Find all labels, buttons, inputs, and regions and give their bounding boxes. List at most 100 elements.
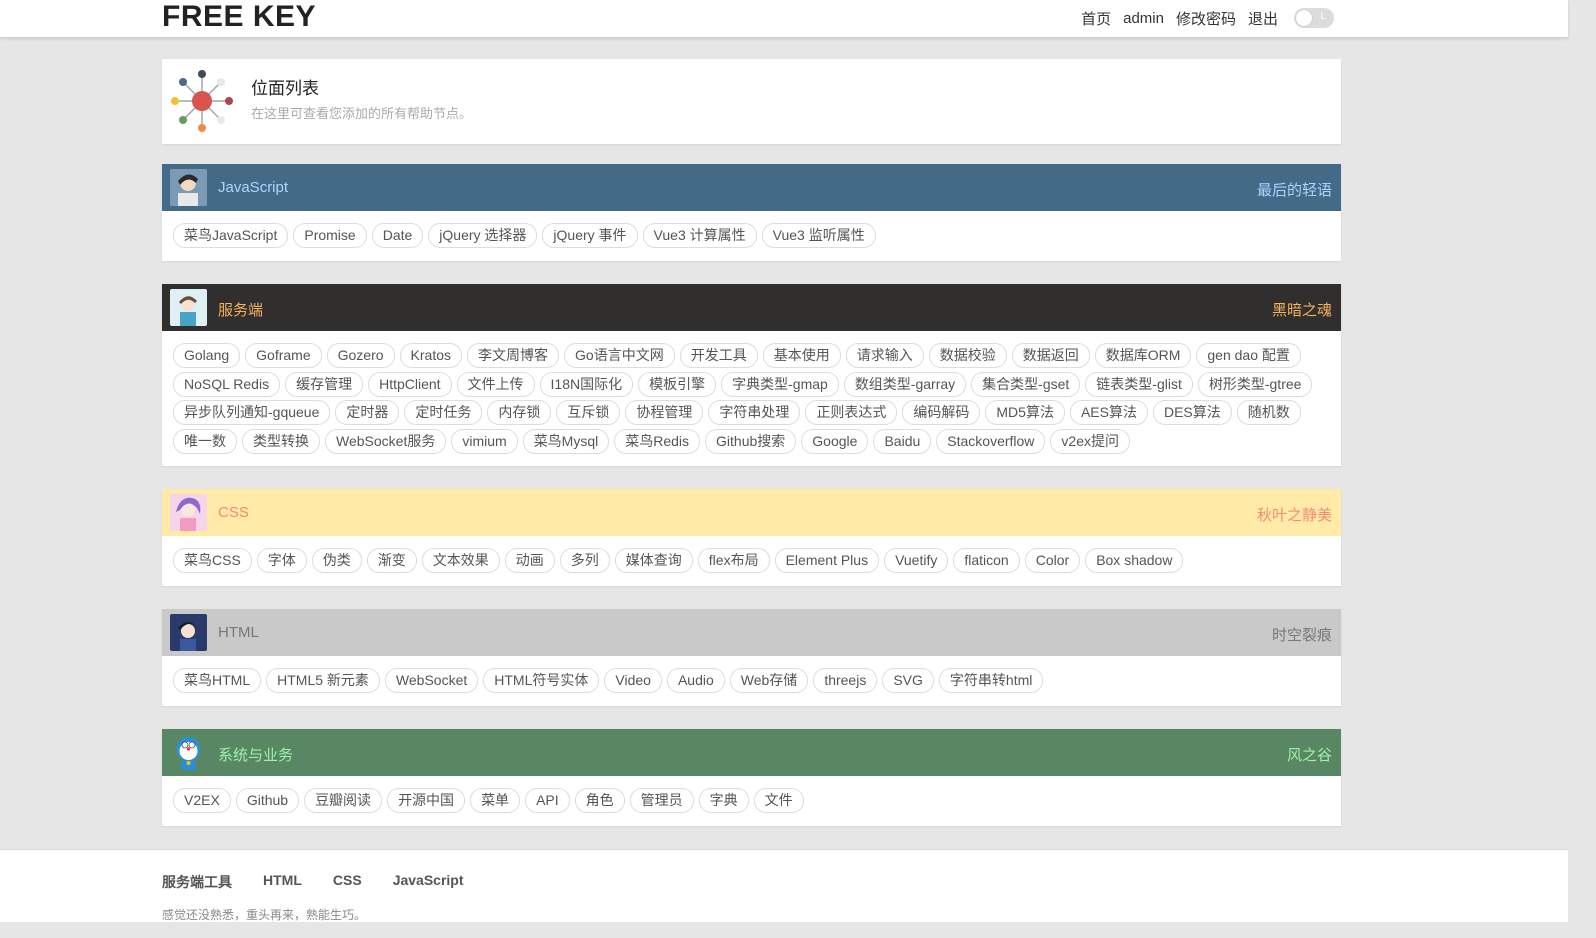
tag-link[interactable]: V2EX <box>173 788 231 813</box>
tag-link[interactable]: 文件 <box>753 788 804 813</box>
tag-link[interactable]: 媒体查询 <box>614 548 693 573</box>
tag-link[interactable]: Go语言中文网 <box>564 343 675 368</box>
tag-link[interactable]: jQuery 选择器 <box>428 223 538 248</box>
tag-link[interactable]: 协程管理 <box>625 400 704 425</box>
tag-link[interactable]: Box shadow <box>1085 548 1184 573</box>
tag-link[interactable]: gen dao 配置 <box>1196 343 1301 368</box>
tag-link[interactable]: 唯一数 <box>173 428 237 454</box>
tag-link[interactable]: Web存储 <box>729 668 809 693</box>
tag-link[interactable]: Golang <box>173 343 241 368</box>
tag-link[interactable]: 树形类型-gtree <box>1197 371 1313 397</box>
tag-link[interactable]: jQuery 事件 <box>542 223 638 248</box>
tag-link[interactable]: 渐变 <box>366 548 417 573</box>
tag-link[interactable]: flex布局 <box>697 548 770 573</box>
tag-link[interactable]: MD5算法 <box>985 400 1065 425</box>
nav-logout-link[interactable]: 退出 <box>1248 8 1278 29</box>
tag-link[interactable]: HTML5 新元素 <box>266 668 380 693</box>
tag-link[interactable]: WebSocket <box>384 668 479 693</box>
tag-link[interactable]: v2ex提问 <box>1050 428 1130 454</box>
tag-link[interactable]: Goframe <box>245 343 322 368</box>
tag-link[interactable]: 字典 <box>698 788 749 813</box>
tag-link[interactable]: 链表类型-glist <box>1085 371 1193 397</box>
tag-link[interactable]: 豆瓣阅读 <box>304 788 383 813</box>
tag-link[interactable]: 定时器 <box>335 400 400 425</box>
tag-link[interactable]: Vue3 计算属性 <box>642 223 757 248</box>
tag-link[interactable]: SVG <box>882 668 934 693</box>
theme-toggle[interactable]: L <box>1294 8 1334 28</box>
tag-link[interactable]: Video <box>604 668 662 693</box>
nav-change-password-link[interactable]: 修改密码 <box>1176 8 1236 29</box>
tag-link[interactable]: 管理员 <box>629 788 694 813</box>
tag-link[interactable]: Github搜索 <box>705 428 797 454</box>
tag-link[interactable]: 伪类 <box>311 548 362 573</box>
tag-link[interactable]: 字符串处理 <box>708 400 801 425</box>
tag-link[interactable]: 菜鸟HTML <box>173 668 262 693</box>
tag-link[interactable]: 字符串转html <box>938 668 1044 693</box>
tag-link[interactable]: 菜鸟JavaScript <box>173 223 289 248</box>
tag-link[interactable]: 互斥锁 <box>556 400 621 425</box>
tag-link[interactable]: Audio <box>666 668 725 693</box>
tag-link[interactable]: Color <box>1024 548 1081 573</box>
tag-link[interactable]: I18N国际化 <box>539 371 634 397</box>
tag-link[interactable]: Stackoverflow <box>936 428 1046 454</box>
tag-link[interactable]: 编码解码 <box>902 400 981 425</box>
tag-link[interactable]: 正则表达式 <box>805 400 898 425</box>
tag-link[interactable]: DES算法 <box>1152 400 1232 425</box>
tag-link[interactable]: Vuetify <box>884 548 949 573</box>
tag-link[interactable]: Vue3 监听属性 <box>761 223 876 248</box>
tag-link[interactable]: 菜鸟CSS <box>173 548 252 573</box>
tag-link[interactable]: 数据返回 <box>1011 343 1090 368</box>
tag-link[interactable]: Google <box>801 428 869 454</box>
tag-link[interactable]: 开发工具 <box>679 343 758 368</box>
tag-link[interactable]: threejs <box>813 668 878 693</box>
tag-link[interactable]: Gozero <box>326 343 395 368</box>
nav-user-link[interactable]: admin <box>1123 10 1164 27</box>
tag-link[interactable]: 请求输入 <box>845 343 924 368</box>
tag-link[interactable]: flaticon <box>953 548 1020 573</box>
tag-link[interactable]: 类型转换 <box>242 428 320 454</box>
tag-link[interactable]: Kratos <box>399 343 463 368</box>
brand-logo-text[interactable]: FREE KEY <box>162 0 316 36</box>
tag-link[interactable]: 内存锁 <box>487 400 552 425</box>
tag-link[interactable]: 缓存管理 <box>285 371 364 397</box>
footer-link-server-tools[interactable]: 服务端工具 <box>162 872 232 892</box>
tag-link[interactable]: NoSQL Redis <box>173 371 281 397</box>
tag-link[interactable]: HTML符号实体 <box>483 668 600 693</box>
tag-link[interactable]: 角色 <box>574 788 625 813</box>
tag-link[interactable]: 模板引擎 <box>638 371 717 397</box>
tag-link[interactable]: 李文周博客 <box>467 343 560 368</box>
tag-link[interactable]: vimium <box>451 428 518 454</box>
tag-link[interactable]: 字典类型-gmap <box>721 371 839 397</box>
tag-link[interactable]: 菜单 <box>470 788 521 813</box>
tag-link[interactable]: AES算法 <box>1069 400 1148 425</box>
tag-link[interactable]: 菜鸟Mysql <box>522 428 610 454</box>
tag-link[interactable]: 菜鸟Redis <box>614 428 701 454</box>
tag-link[interactable]: 数组类型-garray <box>843 371 967 397</box>
tag-link[interactable]: 随机数 <box>1236 400 1301 425</box>
tag-link[interactable]: 异步队列通知-gqueue <box>173 400 331 425</box>
tag-link[interactable]: 基本使用 <box>762 343 841 368</box>
tag-link[interactable]: 文件上传 <box>456 371 535 397</box>
tag-link[interactable]: 数据校验 <box>928 343 1007 368</box>
tag-link[interactable]: WebSocket服务 <box>325 428 447 454</box>
tag-link[interactable]: API <box>525 788 570 813</box>
tag-link[interactable]: HttpClient <box>368 371 452 397</box>
tag-link[interactable]: Date <box>371 223 424 248</box>
tag-link[interactable]: 文本效果 <box>421 548 500 573</box>
tag-link[interactable]: 字体 <box>256 548 307 573</box>
tag-link[interactable]: Github <box>235 788 300 813</box>
footer-link-css[interactable]: CSS <box>333 872 362 892</box>
nav-home-link[interactable]: 首页 <box>1081 8 1111 29</box>
tag-link[interactable]: Baidu <box>873 428 932 454</box>
tag-list: 菜鸟JavaScript Promise Date jQuery 选择器 jQuery … <box>162 211 1341 261</box>
tag-link[interactable]: Promise <box>293 223 367 248</box>
footer-link-html[interactable]: HTML <box>263 872 302 892</box>
tag-link[interactable]: 定时任务 <box>404 400 483 425</box>
tag-link[interactable]: 动画 <box>504 548 555 573</box>
tag-link[interactable]: 开源中国 <box>387 788 466 813</box>
tag-link[interactable]: 多列 <box>559 548 610 573</box>
tag-link[interactable]: Element Plus <box>774 548 880 573</box>
tag-link[interactable]: 数据库ORM <box>1094 343 1192 368</box>
tag-link[interactable]: 集合类型-gset <box>971 371 1081 397</box>
footer-link-javascript[interactable]: JavaScript <box>393 872 464 892</box>
